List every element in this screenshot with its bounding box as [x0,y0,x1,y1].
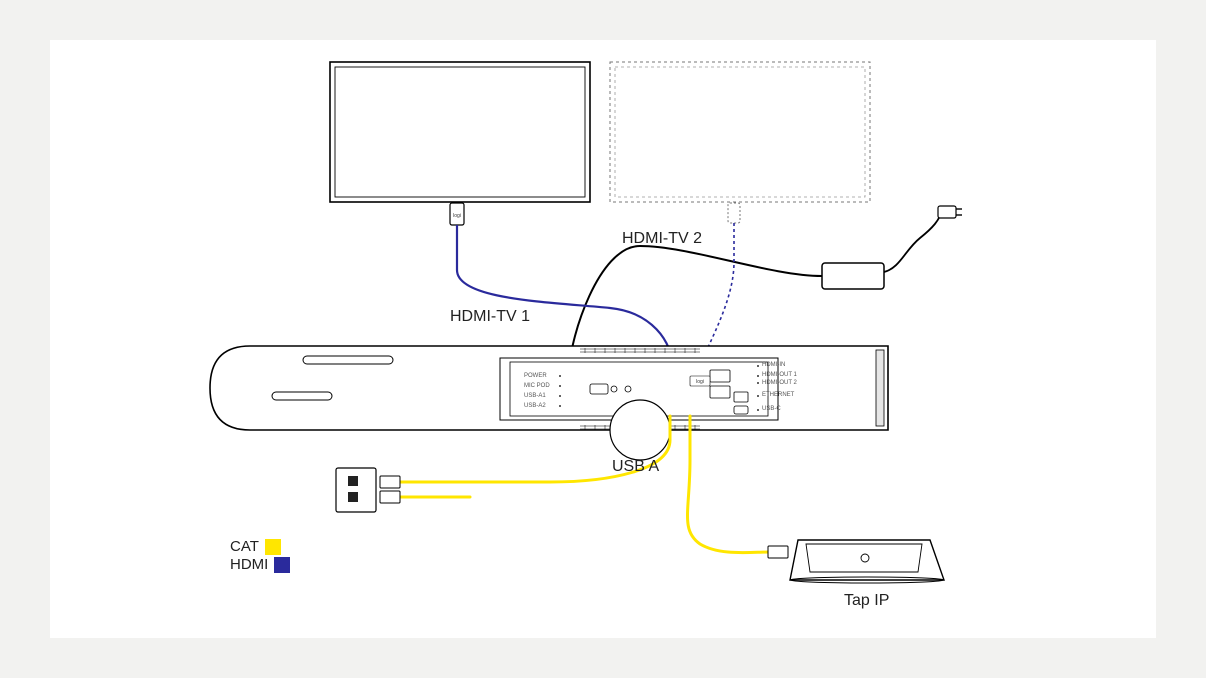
port-usb-c: USB-C [762,406,781,412]
tap-ip-device [790,540,944,583]
display-2-optional [610,62,870,202]
svg-text:logi: logi [453,213,461,219]
legend-cat-label: CAT [230,538,259,556]
port-hdmi-in: HDMI-IN [762,362,785,368]
legend: CAT HDMI [230,538,290,574]
diagram-canvas: logi [50,40,1156,638]
svg-text:logi: logi [696,379,704,385]
label-hdmi-tv2: HDMI-TV 2 [622,230,702,248]
label-tap-ip: Tap IP [844,592,889,610]
port-hdmi-out2: HDMI-OUT 2 [762,380,797,386]
diagram-svg: logi [50,40,1156,638]
label-hdmi-tv1: HDMI-TV 1 [450,308,530,326]
legend-hdmi-swatch [274,557,290,573]
wall-plate [336,468,376,512]
legend-cat-swatch [265,539,281,555]
display-1 [330,62,590,202]
port-ethernet: ETHERNET [762,392,794,398]
port-usb-a1: USB-A1 [524,393,546,399]
port-mic-pod: MIC POD [524,383,550,389]
port-power: POWER [524,373,547,379]
port-hdmi-out1: HDMI-OUT 1 [762,372,797,378]
rally-bar: logi [210,346,888,460]
label-usb-a: USB A [612,458,659,476]
port-usb-a2: USB-A2 [524,403,546,409]
cat-cable-to-tap [688,416,789,558]
legend-hdmi-label: HDMI [230,556,268,574]
